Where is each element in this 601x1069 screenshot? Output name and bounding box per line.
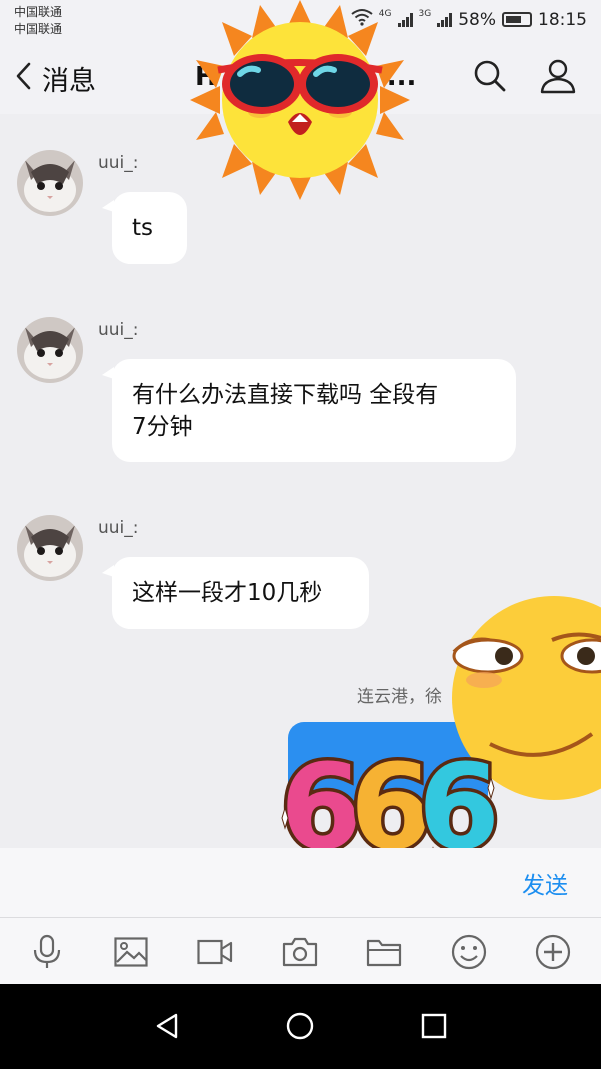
- back-button[interactable]: 消息: [14, 58, 96, 98]
- square-recents-icon: [421, 1013, 447, 1043]
- message-bubble[interactable]: 这样一段才10几秒: [102, 557, 369, 629]
- message-bubble[interactable]: 有什么办法直接下载吗 全段有 7分钟: [102, 359, 516, 462]
- status-bar: 中国联通 中国联通 4G 3G 58% 18:15: [0, 0, 601, 42]
- system-nav-bar: [0, 984, 601, 1069]
- chat-header: 消息 H...: [0, 42, 601, 114]
- message-text: 这样一段才10几秒: [132, 580, 323, 606]
- battery-icon: [502, 12, 532, 27]
- nav-recents-button[interactable]: [414, 1008, 454, 1048]
- triangle-back-icon: [154, 1012, 180, 1044]
- search-button[interactable]: [468, 56, 512, 100]
- clock: 18:15: [538, 9, 587, 30]
- camera-icon[interactable]: [280, 932, 320, 972]
- chat-title-suffix: ...: [386, 62, 417, 92]
- wifi-icon: [351, 8, 373, 31]
- network-type-2: 3G: [418, 8, 432, 19]
- 666-sticker-text: 666: [270, 728, 271, 729]
- profile-button[interactable]: [536, 56, 580, 100]
- message-text: ts: [132, 215, 154, 241]
- message-text-line: 有什么办法直接下载吗 全段有: [132, 382, 439, 408]
- input-area: 发送: [0, 848, 601, 918]
- message-input[interactable]: [16, 858, 486, 906]
- chat-title: H...: [195, 62, 416, 92]
- search-icon: [473, 59, 507, 97]
- plus-icon[interactable]: [533, 932, 573, 972]
- message-text-line: 7分钟: [132, 414, 193, 440]
- location-note: 连云港，徐: [357, 687, 442, 707]
- battery-percent: 58%: [458, 9, 496, 30]
- circle-home-icon: [285, 1011, 315, 1045]
- mic-icon[interactable]: [27, 932, 67, 972]
- carrier-info: 中国联通 中国联通: [14, 4, 62, 38]
- chevron-left-icon: [14, 61, 32, 95]
- sender-name: uui_:: [98, 518, 139, 538]
- carrier-label-1: 中国联通: [14, 5, 63, 19]
- signal-icon: [397, 12, 413, 27]
- signal-icon-2: [437, 12, 453, 27]
- nav-home-button[interactable]: [280, 1008, 320, 1048]
- emoji-icon[interactable]: [449, 932, 489, 972]
- sender-name: uui_:: [98, 153, 139, 173]
- network-type-1: 4G: [378, 8, 392, 19]
- avatar[interactable]: [17, 317, 83, 383]
- nav-back-button[interactable]: [147, 1008, 187, 1048]
- sender-name: uui_:: [98, 320, 139, 340]
- back-label: 消息: [42, 65, 96, 97]
- video-icon[interactable]: [195, 932, 235, 972]
- message-bubble[interactable]: ts: [102, 192, 187, 264]
- status-indicators: 4G 3G 58% 18:15: [351, 8, 587, 31]
- avatar[interactable]: [17, 150, 83, 216]
- input-toolbar: [0, 918, 601, 984]
- avatar[interactable]: [17, 515, 83, 581]
- folder-icon[interactable]: [364, 932, 404, 972]
- person-icon: [539, 58, 577, 98]
- image-icon[interactable]: [111, 932, 151, 972]
- shared-card[interactable]: [288, 722, 488, 802]
- carrier-label-2: 中国联通: [14, 22, 63, 36]
- send-button[interactable]: 发送: [522, 866, 568, 900]
- chat-title-text: H: [195, 62, 217, 92]
